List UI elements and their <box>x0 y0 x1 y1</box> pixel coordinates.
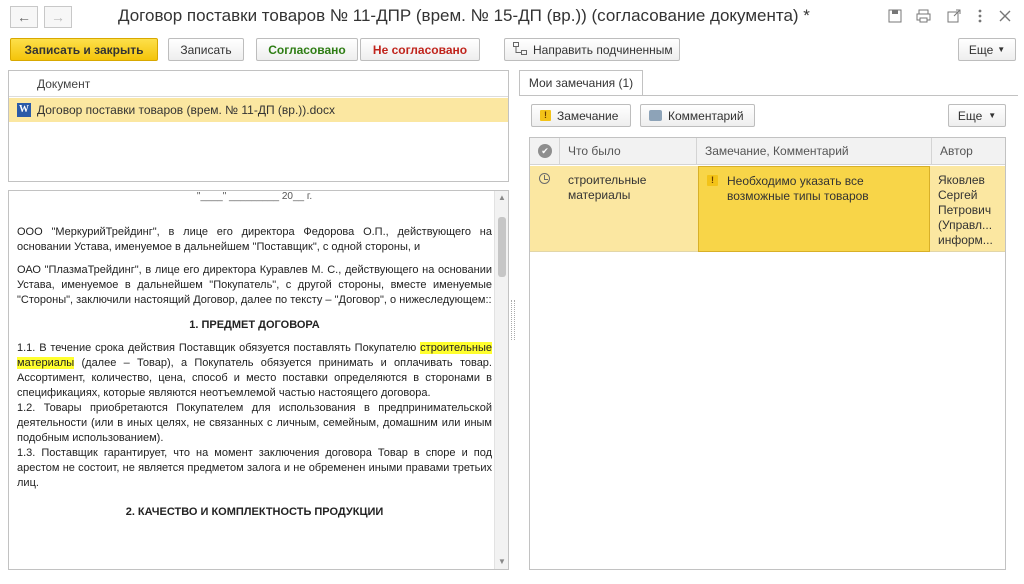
document-filename: Договор поставки товаров (врем. № 11-ДП … <box>37 103 335 117</box>
cell-remark-text: Необходимо указать все возможные типы то… <box>727 174 869 203</box>
cell-remark[interactable]: ! Необходимо указать все возможные типы … <box>698 166 930 252</box>
more-button-label: Еще <box>968 42 994 57</box>
document-column-header: Документ <box>9 71 508 97</box>
save-icon[interactable] <box>886 7 904 25</box>
paragraph-1-1: 1.1. В течение срока действия Поставщик … <box>17 342 492 399</box>
section-heading-2: 2. КАЧЕСТВО И КОМПЛЕКТНОСТЬ ПРОДУКЦИИ <box>125 506 384 518</box>
link-icon[interactable] <box>945 7 963 25</box>
more-icon[interactable] <box>971 7 989 25</box>
save-button[interactable]: Записать <box>168 38 244 61</box>
check-circle-icon: ✔ <box>538 144 552 158</box>
back-button[interactable]: ← <box>10 6 38 28</box>
document-row[interactable]: W Договор поставки товаров (врем. № 11-Д… <box>9 98 508 122</box>
remarks-more-button[interactable]: Еще ▼ <box>948 104 1006 127</box>
section-heading-1: 1. ПРЕДМЕТ ДОГОВОРА <box>189 319 320 331</box>
more-button[interactable]: Еще ▼ <box>958 38 1016 61</box>
add-remark-button[interactable]: ! Замечание <box>531 104 631 127</box>
pane-splitter[interactable] <box>511 300 515 340</box>
hierarchy-icon <box>513 41 527 58</box>
clock-icon <box>539 173 550 184</box>
remarks-table: ✔ Что было Замечание, Комментарий Автор … <box>529 137 1006 570</box>
highlight-word-1: строительные <box>420 342 492 354</box>
add-comment-label: Комментарий <box>668 108 744 123</box>
add-comment-button[interactable]: Комментарий <box>640 104 755 127</box>
title-bar: ← → Договор поставки товаров № 11-ДПР (в… <box>0 0 1024 34</box>
scrollbar-thumb[interactable] <box>498 217 506 277</box>
cell-was: строительные материалы <box>568 173 647 202</box>
chevron-down-icon: ▼ <box>997 45 1006 54</box>
save-and-close-button[interactable]: Записать и закрыть <box>10 38 158 61</box>
word-icon: W <box>17 103 31 117</box>
window-title: Договор поставки товаров № 11-ДПР (врем.… <box>118 6 810 25</box>
column-header-remark[interactable]: Замечание, Комментарий <box>697 138 932 165</box>
remarks-more-label: Еще <box>957 108 983 123</box>
scroll-up-icon[interactable]: ▲ <box>497 193 507 203</box>
not-approved-button[interactable]: Не согласовано <box>360 38 480 61</box>
paragraph-1-3: 1.3. Поставщик гарантирует, что на момен… <box>17 447 492 489</box>
document-body: "____" _________ 20__ г. ООО "МеркурийТр… <box>17 191 492 528</box>
send-to-subordinates-label: Направить подчиненным <box>533 42 673 57</box>
close-icon[interactable] <box>996 7 1014 25</box>
send-to-subordinates-button[interactable]: Направить подчиненным <box>504 38 680 61</box>
column-header-was[interactable]: Что было <box>560 138 697 165</box>
forward-button[interactable]: → <box>44 6 72 28</box>
approved-button[interactable]: Согласовано <box>256 38 358 61</box>
document-list: Документ W Договор поставки товаров (вре… <box>8 70 509 182</box>
paragraph-1-2: 1.2. Товары приобретаются Покупателем дл… <box>17 402 492 444</box>
table-row[interactable]: строительные материалы ! Необходимо указ… <box>530 166 1005 252</box>
print-icon[interactable] <box>914 7 932 25</box>
paragraph-buyer: ОАО "ПлазмаТрейдинг", в лице его директо… <box>17 264 492 306</box>
column-header-author[interactable]: Автор <box>932 138 1005 165</box>
back-arrow-icon: ← <box>17 9 31 25</box>
remark-icon: ! <box>540 110 551 121</box>
status-column-header[interactable]: ✔ <box>530 138 560 165</box>
add-remark-label: Замечание <box>557 108 619 123</box>
document-scrollbar[interactable]: ▲ ▼ <box>494 191 508 569</box>
table-header: ✔ Что было Замечание, Комментарий Автор <box>530 138 1005 165</box>
cell-author: Яковлев Сергей Петрович (Управл... инфор… <box>938 173 993 247</box>
row-status-cell <box>530 166 560 252</box>
chevron-down-icon: ▼ <box>988 111 997 120</box>
paragraph-supplier: ООО "МеркурийТрейдинг", в лице его дирек… <box>17 226 492 253</box>
remark-icon: ! <box>707 175 718 186</box>
forward-arrow-icon: → <box>51 9 65 25</box>
tab-divider <box>519 95 1018 96</box>
document-preview: "____" _________ 20__ г. ООО "МеркурийТр… <box>8 190 509 570</box>
highlight-word-2: материалы <box>17 357 75 369</box>
comment-icon <box>649 110 662 121</box>
scroll-down-icon[interactable]: ▼ <box>497 557 507 567</box>
tab-my-remarks[interactable]: Мои замечания (1) <box>519 70 643 96</box>
date-line: "____" _________ 20__ г. <box>196 191 313 202</box>
